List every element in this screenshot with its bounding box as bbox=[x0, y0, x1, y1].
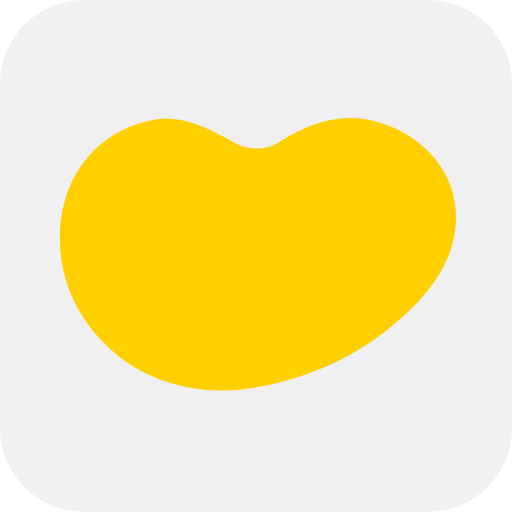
bean-icon bbox=[59, 118, 456, 391]
app-icon[interactable] bbox=[0, 0, 512, 512]
bean-shape bbox=[59, 118, 456, 391]
